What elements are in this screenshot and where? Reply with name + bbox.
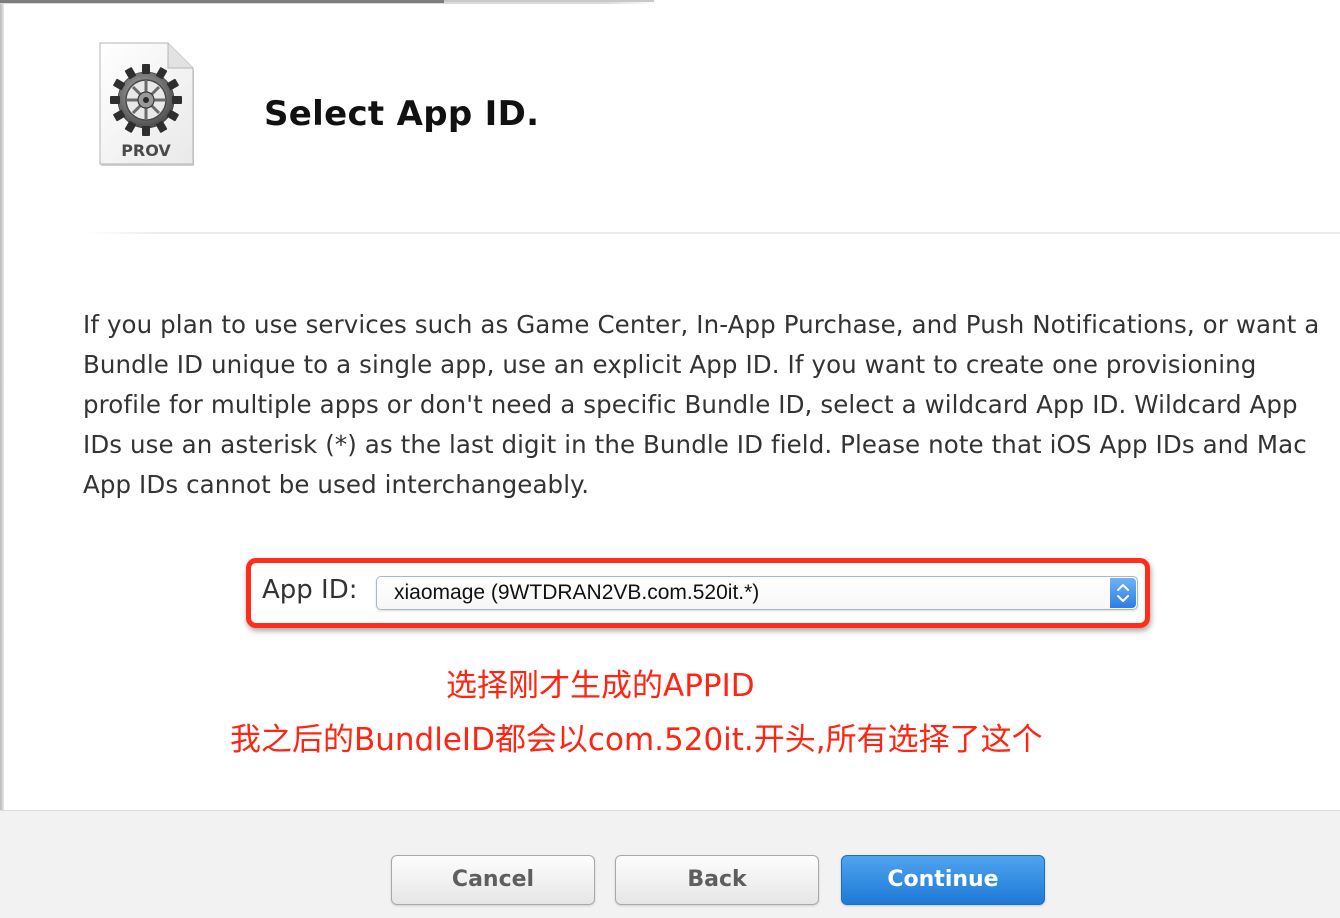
app-id-select[interactable]: xiaomage (9WTDRAN2VB.com.520it.*) xyxy=(376,576,1138,610)
window-left-edge xyxy=(0,0,4,918)
provisioning-profile-icon: PROV xyxy=(99,42,194,166)
app-id-label: App ID: xyxy=(262,575,358,605)
back-button[interactable]: Back xyxy=(615,855,819,905)
provisioning-profile-page: PROV Select App ID. If you plan to use s… xyxy=(0,0,1340,918)
window-top-strip-dark xyxy=(0,0,444,3)
annotation-select-appid: 选择刚才生成的APPID xyxy=(446,668,755,704)
app-id-selected-value: xiaomage (9WTDRAN2VB.com.520it.*) xyxy=(394,581,760,604)
page-title: Select App ID. xyxy=(264,94,540,134)
select-stepper-icon xyxy=(1110,578,1136,608)
annotation-bundleid-note: 我之后的BundleID都会以com.520it.开头,所有选择了这个 xyxy=(230,722,1043,758)
cancel-button[interactable]: Cancel xyxy=(391,855,595,905)
description-text: If you plan to use services such as Game… xyxy=(83,310,1320,499)
window-top-strip-light xyxy=(444,0,654,2)
continue-button[interactable]: Continue xyxy=(841,855,1045,905)
prov-icon-label: PROV xyxy=(121,141,171,160)
header-divider xyxy=(84,232,1340,234)
